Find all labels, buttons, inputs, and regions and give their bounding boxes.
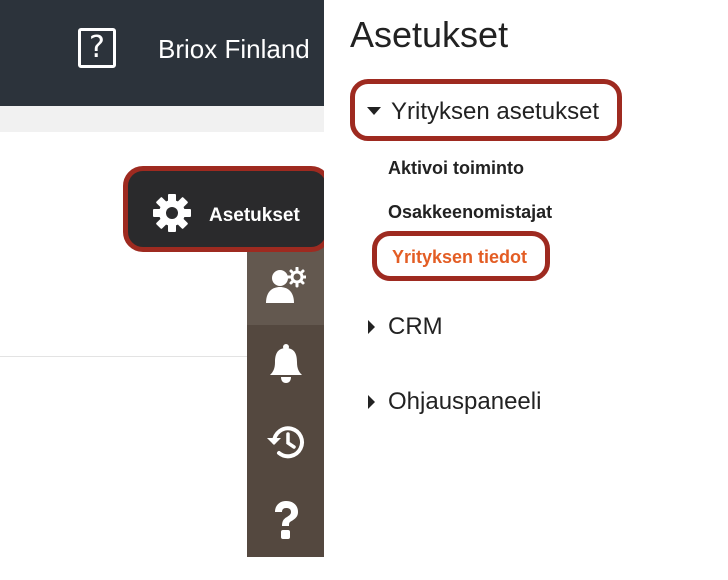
settings-panel: Asetukset Yrityksen asetukset Aktivoi to… (324, 0, 728, 580)
help-box-logo-icon[interactable]: ? (78, 28, 116, 68)
help-button[interactable] (247, 481, 324, 559)
notifications-button[interactable] (247, 325, 324, 403)
side-icon-column (247, 245, 324, 557)
content-divider (0, 356, 247, 357)
menu-item-yrityksen-tiedot[interactable]: Yrityksen tiedot (372, 231, 550, 281)
top-header: ? Briox Finland (0, 0, 324, 106)
panel-title: Asetukset (350, 14, 509, 55)
section-company-settings[interactable]: Yrityksen asetukset (350, 79, 622, 141)
section-label: Yrityksen asetukset (391, 98, 600, 125)
gear-icon (153, 194, 191, 232)
help-icon (274, 501, 298, 539)
settings-button-label: Asetukset (209, 205, 300, 226)
section-crm[interactable]: CRM (388, 313, 443, 341)
caret-right-icon (368, 395, 375, 409)
caret-right-icon (368, 320, 375, 334)
caret-down-icon (367, 107, 381, 115)
menu-item-label: Yrityksen tiedot (392, 247, 528, 267)
settings-button[interactable]: Asetukset (123, 166, 331, 252)
history-icon (266, 426, 304, 459)
header-strip (0, 106, 324, 132)
menu-item-osakkeenomistajat[interactable]: Osakkeenomistajat (388, 202, 552, 223)
section-ohjauspaneeli[interactable]: Ohjauspaneeli (388, 388, 541, 416)
menu-item-aktivoi-toiminto[interactable]: Aktivoi toiminto (388, 158, 524, 179)
bell-icon (269, 344, 302, 383)
history-button[interactable] (247, 403, 324, 481)
company-name: Briox Finland (158, 34, 310, 64)
user-settings-icon (265, 267, 306, 303)
user-settings-button[interactable] (247, 247, 324, 325)
